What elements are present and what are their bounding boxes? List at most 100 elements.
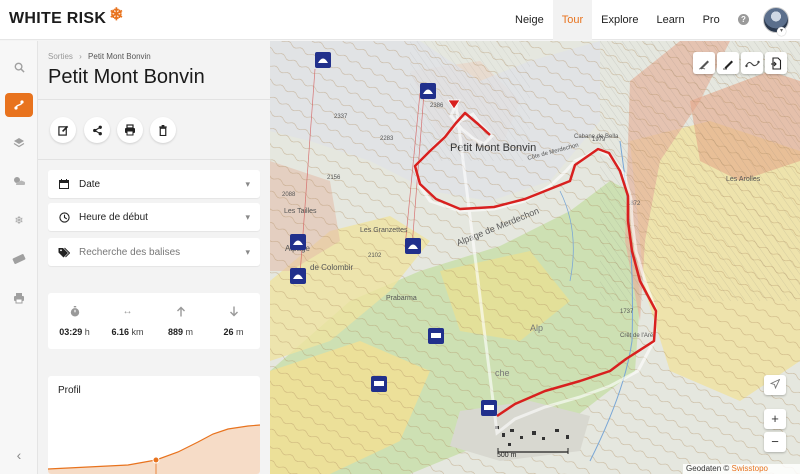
- map-elev-1737: 1737: [620, 309, 634, 315]
- map-label-colombir: de Colombir: [310, 263, 353, 272]
- nav-pro[interactable]: Pro: [694, 0, 729, 40]
- print-button[interactable]: [117, 117, 143, 143]
- divider: [38, 159, 270, 160]
- trace-route-button[interactable]: [741, 52, 763, 74]
- nav-tour[interactable]: Tour: [552, 0, 593, 40]
- map-elev-2102: 2102: [368, 253, 382, 259]
- chevron-down-icon[interactable]: ▾: [777, 27, 786, 36]
- tags-icon: [58, 247, 70, 258]
- collapse-icon[interactable]: ‹: [5, 443, 33, 467]
- profile-cursor: [152, 456, 160, 464]
- breadcrumb-separator: ›: [79, 52, 82, 61]
- attribution-link[interactable]: Swisstopo: [732, 464, 768, 473]
- draw-route-button[interactable]: [693, 52, 715, 74]
- breadcrumb-current: Petit Mont Bonvin: [88, 52, 151, 61]
- map-elev-2088: 2088: [282, 192, 296, 198]
- snowflake-icon: ❄: [109, 5, 124, 24]
- share-icon: [92, 125, 102, 135]
- pencil-icon: [722, 60, 733, 69]
- path-icon: [744, 60, 760, 67]
- main-nav: Neige Tour Explore Learn Pro: [506, 0, 729, 40]
- map-label-arolles: Les Arolles: [726, 176, 761, 183]
- location-arrow-icon: [769, 378, 781, 390]
- map-label-prabarma: Prabarma: [386, 295, 417, 302]
- stat-unit: km: [131, 327, 144, 337]
- stat-value: 26: [223, 327, 234, 337]
- topo-map[interactable]: Petit Mont Bonvin Alpage de Colombir Alp…: [270, 41, 800, 474]
- start-time-field[interactable]: Heure de début ▾: [48, 203, 260, 231]
- attribution-prefix: Geodaten ©: [686, 464, 730, 473]
- draw-freehand-button[interactable]: [717, 52, 739, 74]
- map-scale-label: 500 m: [497, 452, 517, 459]
- top-bar: WHITE RISK ❄ Neige Tour Explore Learn Pr…: [0, 0, 800, 40]
- stat-unit: m: [185, 327, 194, 337]
- stat-value: 889: [167, 327, 183, 337]
- ascent-icon: [154, 306, 207, 321]
- page-title: Petit Mont Bonvin: [48, 66, 205, 88]
- delete-button[interactable]: [150, 117, 176, 143]
- breadcrumb-parent[interactable]: Sorties: [48, 52, 73, 61]
- tour-stats: 03:29 h ↔ 6.16 km 889 m 26 m: [48, 293, 260, 349]
- map-elev-2386: 2386: [430, 103, 444, 109]
- edit-icon: [57, 125, 68, 136]
- nav-neige[interactable]: Neige: [506, 0, 553, 40]
- zoom-in-button[interactable]: +: [764, 409, 786, 429]
- tour-panel: Sorties › Petit Mont Bonvin Petit Mont B…: [38, 41, 270, 474]
- stat-duration: 03:29 h: [48, 293, 101, 349]
- weather-icon[interactable]: [5, 169, 33, 193]
- locate-button[interactable]: [764, 375, 786, 395]
- map-label-alp: Alp: [530, 323, 543, 333]
- stat-distance: ↔ 6.16 km: [101, 293, 154, 349]
- map-elev-1979: 1979: [592, 137, 606, 143]
- date-field[interactable]: Date ▾: [48, 170, 260, 198]
- layers-icon[interactable]: [5, 131, 33, 155]
- zoom-out-button[interactable]: −: [764, 432, 786, 452]
- map-label-tailles: Les Tailles: [284, 208, 317, 215]
- snowflake-icon[interactable]: ❄: [5, 208, 33, 232]
- stat-unit: h: [84, 327, 90, 337]
- share-button[interactable]: [84, 117, 110, 143]
- pen-icon: [698, 60, 709, 69]
- help-icon[interactable]: ?: [738, 14, 749, 25]
- map-label-che: che: [495, 368, 510, 378]
- logo[interactable]: WHITE RISK ❄: [9, 5, 124, 28]
- print-icon: [125, 124, 135, 136]
- file-import-icon: [771, 56, 782, 70]
- map-elev-2337: 2337: [334, 114, 348, 120]
- map-canvas[interactable]: Petit Mont Bonvin Alpage de Colombir Alp…: [270, 41, 800, 474]
- stopwatch-icon: [48, 306, 101, 321]
- breadcrumb: Sorties › Petit Mont Bonvin: [48, 52, 151, 61]
- stat-value: 03:29: [59, 327, 83, 337]
- calendar-icon: [58, 179, 70, 189]
- tags-search-field[interactable]: Recherche des balises ▾: [48, 238, 260, 266]
- tags-placeholder: Recherche des balises: [79, 246, 181, 258]
- delete-icon: [159, 124, 167, 136]
- chevron-down-icon: ▾: [245, 178, 250, 189]
- search-icon[interactable]: [5, 55, 33, 79]
- stat-descent: 26 m: [207, 293, 260, 349]
- date-label: Date: [79, 178, 101, 190]
- chevron-down-icon: ▾: [245, 246, 250, 257]
- nav-explore[interactable]: Explore: [592, 0, 647, 40]
- map-elev-2283: 2283: [380, 136, 394, 142]
- left-rail: ❄ ‹: [0, 41, 38, 474]
- import-gpx-button[interactable]: [765, 52, 787, 74]
- ruler-icon[interactable]: [5, 247, 33, 271]
- map-label-granzettes: Les Granzettes: [360, 227, 408, 234]
- elevation-profile: Profil: [48, 376, 260, 474]
- print-icon[interactable]: [5, 286, 33, 310]
- logo-text: WHITE RISK: [9, 10, 107, 27]
- descent-icon: [207, 306, 260, 321]
- nav-learn[interactable]: Learn: [647, 0, 693, 40]
- stat-ascent: 889 m: [154, 293, 207, 349]
- clock-icon: [58, 211, 70, 223]
- chevron-down-icon: ▾: [245, 211, 250, 222]
- tour-icon[interactable]: [5, 93, 33, 117]
- profile-area: [48, 425, 260, 474]
- start-time-label: Heure de début: [79, 211, 148, 223]
- divider: [38, 99, 270, 100]
- profile-chart[interactable]: [48, 376, 260, 474]
- distance-icon: ↔: [122, 306, 133, 317]
- edit-button[interactable]: [50, 117, 76, 143]
- map-elev-2156: 2156: [327, 175, 341, 181]
